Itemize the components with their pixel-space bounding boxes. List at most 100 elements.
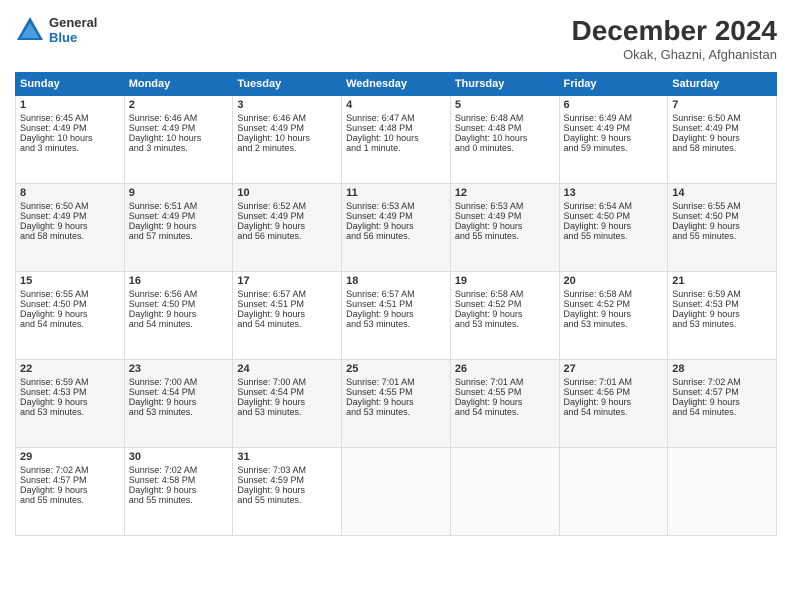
day-number: 25 [346, 363, 446, 375]
day-info: Sunset: 4:49 PM [237, 211, 337, 221]
calendar-cell: 10Sunrise: 6:52 AMSunset: 4:49 PMDayligh… [233, 184, 342, 272]
title-block: December 2024 Okak, Ghazni, Afghanistan [572, 15, 777, 62]
calendar-cell: 24Sunrise: 7:00 AMSunset: 4:54 PMDayligh… [233, 360, 342, 448]
day-info: Sunrise: 6:46 AM [129, 113, 229, 123]
day-number: 16 [129, 275, 229, 287]
day-number: 3 [237, 99, 337, 111]
day-info: and 55 minutes. [564, 231, 664, 241]
logo-blue: Blue [49, 30, 97, 45]
day-number: 31 [237, 451, 337, 463]
day-info: Sunset: 4:52 PM [564, 299, 664, 309]
calendar-cell: 13Sunrise: 6:54 AMSunset: 4:50 PMDayligh… [559, 184, 668, 272]
day-info: Sunset: 4:57 PM [20, 475, 120, 485]
day-info: Daylight: 9 hours [455, 309, 555, 319]
day-info: Sunrise: 6:54 AM [564, 201, 664, 211]
day-info: Daylight: 9 hours [20, 397, 120, 407]
day-number: 21 [672, 275, 772, 287]
day-info: and 57 minutes. [129, 231, 229, 241]
day-info: Sunrise: 7:02 AM [129, 465, 229, 475]
day-info: and 54 minutes. [237, 319, 337, 329]
week-row-5: 29Sunrise: 7:02 AMSunset: 4:57 PMDayligh… [16, 448, 777, 536]
day-info: and 3 minutes. [129, 143, 229, 153]
day-number: 14 [672, 187, 772, 199]
logo-text: General Blue [49, 15, 97, 45]
day-number: 15 [20, 275, 120, 287]
day-info: Sunrise: 6:59 AM [20, 377, 120, 387]
day-info: and 2 minutes. [237, 143, 337, 153]
calendar-cell: 31Sunrise: 7:03 AMSunset: 4:59 PMDayligh… [233, 448, 342, 536]
calendar-cell: 30Sunrise: 7:02 AMSunset: 4:58 PMDayligh… [124, 448, 233, 536]
day-info: and 54 minutes. [672, 407, 772, 417]
calendar-cell: 17Sunrise: 6:57 AMSunset: 4:51 PMDayligh… [233, 272, 342, 360]
day-number: 12 [455, 187, 555, 199]
day-number: 4 [346, 99, 446, 111]
day-info: Sunrise: 7:00 AM [129, 377, 229, 387]
calendar-cell: 20Sunrise: 6:58 AMSunset: 4:52 PMDayligh… [559, 272, 668, 360]
day-info: Sunset: 4:50 PM [672, 211, 772, 221]
day-info: Sunset: 4:49 PM [237, 123, 337, 133]
day-number: 19 [455, 275, 555, 287]
day-info: Sunrise: 7:03 AM [237, 465, 337, 475]
day-info: Sunrise: 6:53 AM [455, 201, 555, 211]
day-header-wednesday: Wednesday [342, 73, 451, 96]
day-number: 13 [564, 187, 664, 199]
day-info: Sunset: 4:50 PM [564, 211, 664, 221]
day-info: and 59 minutes. [564, 143, 664, 153]
day-info: Sunrise: 6:56 AM [129, 289, 229, 299]
day-info: Daylight: 9 hours [20, 485, 120, 495]
week-row-3: 15Sunrise: 6:55 AMSunset: 4:50 PMDayligh… [16, 272, 777, 360]
day-number: 1 [20, 99, 120, 111]
day-info: Daylight: 9 hours [672, 309, 772, 319]
calendar-cell: 25 Sunrise: 7:01 AMSunset: 4:55 PMDayligh… [342, 360, 451, 448]
month-title: December 2024 [572, 15, 777, 47]
day-info: Sunrise: 6:46 AM [237, 113, 337, 123]
day-number: 26 [455, 363, 555, 375]
calendar-cell: 21Sunrise: 6:59 AMSunset: 4:53 PMDayligh… [668, 272, 777, 360]
day-info: Daylight: 9 hours [455, 221, 555, 231]
day-info: Sunrise: 6:58 AM [564, 289, 664, 299]
day-info: Sunrise: 7:01 AM [346, 377, 446, 387]
day-info: Daylight: 10 hours [129, 133, 229, 143]
location: Okak, Ghazni, Afghanistan [572, 47, 777, 62]
day-info: Daylight: 10 hours [346, 133, 446, 143]
day-info: Sunset: 4:49 PM [564, 123, 664, 133]
calendar-cell: 19Sunrise: 6:58 AMSunset: 4:52 PMDayligh… [450, 272, 559, 360]
calendar-cell: 6Sunrise: 6:49 AMSunset: 4:49 PMDaylight… [559, 96, 668, 184]
day-info: Sunrise: 6:57 AM [237, 289, 337, 299]
header: General Blue December 2024 Okak, Ghazni,… [15, 15, 777, 62]
day-number: 27 [564, 363, 664, 375]
day-info: Sunset: 4:56 PM [564, 387, 664, 397]
day-number: 9 [129, 187, 229, 199]
day-info: Sunset: 4:53 PM [672, 299, 772, 309]
week-row-2: 8Sunrise: 6:50 AMSunset: 4:49 PMDaylight… [16, 184, 777, 272]
day-info: Sunrise: 6:52 AM [237, 201, 337, 211]
calendar-cell: 23Sunrise: 7:00 AMSunset: 4:54 PMDayligh… [124, 360, 233, 448]
day-info: and 58 minutes. [672, 143, 772, 153]
calendar-cell: 12Sunrise: 6:53 AMSunset: 4:49 PMDayligh… [450, 184, 559, 272]
calendar-cell: 14Sunrise: 6:55 AMSunset: 4:50 PMDayligh… [668, 184, 777, 272]
calendar-cell: 16Sunrise: 6:56 AMSunset: 4:50 PMDayligh… [124, 272, 233, 360]
logo-icon [15, 15, 45, 45]
day-info: and 53 minutes. [672, 319, 772, 329]
day-info: Sunrise: 6:48 AM [455, 113, 555, 123]
day-info: Sunrise: 7:01 AM [455, 377, 555, 387]
day-number: 20 [564, 275, 664, 287]
day-info: and 54 minutes. [564, 407, 664, 417]
day-info: Daylight: 9 hours [672, 221, 772, 231]
day-number: 7 [672, 99, 772, 111]
calendar-cell: 29Sunrise: 7:02 AMSunset: 4:57 PMDayligh… [16, 448, 125, 536]
day-info: Sunset: 4:49 PM [20, 123, 120, 133]
day-info: and 53 minutes. [455, 319, 555, 329]
day-info: Daylight: 9 hours [346, 397, 446, 407]
day-info: Daylight: 9 hours [20, 221, 120, 231]
calendar-cell: 2Sunrise: 6:46 AMSunset: 4:49 PMDaylight… [124, 96, 233, 184]
day-info: Sunset: 4:49 PM [346, 211, 446, 221]
day-info: Sunset: 4:55 PM [346, 387, 446, 397]
week-row-4: 22Sunrise: 6:59 AMSunset: 4:53 PMDayligh… [16, 360, 777, 448]
day-info: Sunset: 4:51 PM [346, 299, 446, 309]
day-info: Sunset: 4:52 PM [455, 299, 555, 309]
day-header-friday: Friday [559, 73, 668, 96]
day-info: Daylight: 9 hours [672, 397, 772, 407]
day-info: Sunrise: 6:47 AM [346, 113, 446, 123]
day-number: 28 [672, 363, 772, 375]
